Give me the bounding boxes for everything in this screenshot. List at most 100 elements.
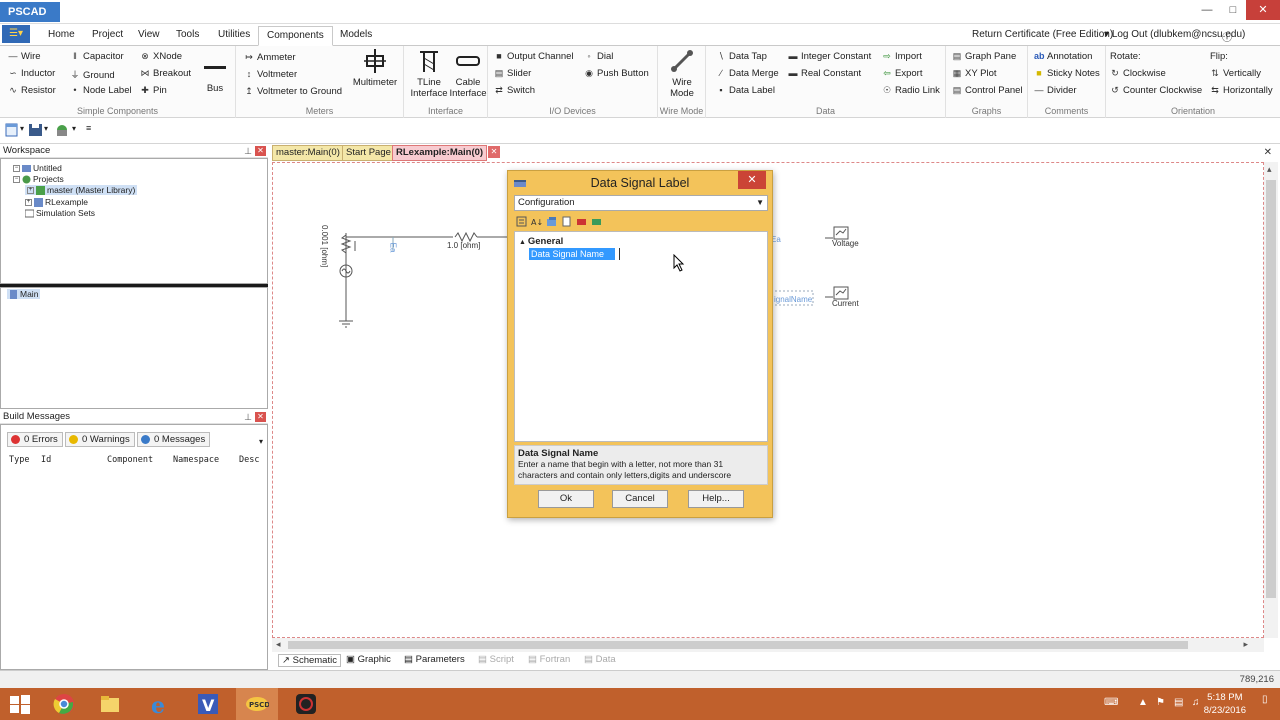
integer-constant-button[interactable]: ▬ Integer Constant xyxy=(788,51,872,62)
wire-mode-button[interactable]: Wire Mode xyxy=(660,48,704,99)
pscad-icon[interactable]: PSCD xyxy=(245,692,269,716)
ground-button[interactable]: ⏚ Ground xyxy=(70,68,114,81)
tray-expand-icon[interactable]: ▲ xyxy=(1138,697,1148,708)
doc-tab-start-page[interactable]: Start Page xyxy=(342,145,395,161)
tree-item-projects[interactable]: − Projects xyxy=(13,174,64,184)
chrome-icon[interactable] xyxy=(52,692,76,716)
view-tab-schematic[interactable]: ↗ Schematic xyxy=(278,654,341,667)
sort-alpha-icon[interactable]: A↓ xyxy=(531,216,542,227)
close-document-icon[interactable]: ✕ xyxy=(1264,147,1272,158)
scroll-up-icon[interactable]: ▴ xyxy=(1267,164,1272,175)
collapse-category-icon[interactable]: ▲ xyxy=(519,239,528,246)
new-page-icon[interactable] xyxy=(561,216,572,227)
tree-item-main[interactable]: Main xyxy=(7,289,41,300)
help-icon[interactable]: ⓘ xyxy=(1222,29,1232,44)
real-constant-button[interactable]: ▬ Real Constant xyxy=(788,68,862,79)
tree-item-untitled[interactable]: − Untitled xyxy=(13,163,62,173)
warnings-filter-button[interactable]: 0 Warnings xyxy=(65,432,135,447)
notification-icon[interactable]: ▯ xyxy=(1262,694,1268,705)
output-channel-button[interactable]: ■ Output Channel xyxy=(494,51,573,62)
vertical-scrollbar[interactable]: ▴ xyxy=(1264,162,1278,638)
tree-item-simulation-sets[interactable]: Simulation Sets xyxy=(25,208,95,218)
flip-horizontally-button[interactable]: ⇆ Horizontally xyxy=(1210,85,1272,96)
volume-icon[interactable]: ♫ xyxy=(1192,697,1200,708)
resistor-button[interactable]: ∿ Resistor xyxy=(8,85,56,96)
annotation-button[interactable]: ab Annotation xyxy=(1034,51,1092,62)
delete-icon[interactable] xyxy=(576,216,587,227)
apply-icon[interactable] xyxy=(591,216,602,227)
property-data-signal-name-label[interactable]: Data Signal Name xyxy=(529,248,615,260)
wire-button[interactable]: — Wire xyxy=(8,51,41,62)
cable-interface-button[interactable]: Cable Interface xyxy=(448,48,488,99)
minimize-icon[interactable]: — xyxy=(1194,0,1220,20)
view-tab-script[interactable]: ▤ Script xyxy=(478,654,514,665)
windows-start-icon[interactable] xyxy=(8,692,32,716)
flip-vertically-button[interactable]: ⇅ Vertically xyxy=(1210,68,1261,79)
return-certificate-link[interactable]: Return Certificate (Free Edition) xyxy=(972,29,1113,40)
categorized-icon[interactable] xyxy=(516,216,527,227)
capacitor-button[interactable]: ‖ Capacitor xyxy=(70,51,124,62)
keyboard-icon[interactable]: ⌨ xyxy=(1104,697,1118,708)
inductor-button[interactable]: ∽ Inductor xyxy=(8,68,55,79)
errors-filter-button[interactable]: 0 Errors xyxy=(7,432,63,447)
ammeter-button[interactable]: ↦ Ammeter xyxy=(244,52,295,63)
slider-button[interactable]: ▤ Slider xyxy=(494,68,532,79)
network-icon[interactable]: ▤ xyxy=(1174,697,1183,708)
voltmeter-button[interactable]: ↕ Voltmeter xyxy=(244,69,297,80)
breakout-button[interactable]: ⋈ Breakout xyxy=(140,68,192,79)
tab-models[interactable]: Models xyxy=(332,26,380,46)
category-general[interactable]: ▲ General xyxy=(519,236,563,247)
data-signal-name-input[interactable] xyxy=(619,248,759,260)
view-tab-data[interactable]: ▤ Data xyxy=(584,654,616,665)
view-tab-graphic[interactable]: ▣ Graphic xyxy=(346,654,391,665)
collapse-icon[interactable]: − xyxy=(13,176,20,184)
scroll-left-icon[interactable]: ◂ xyxy=(276,639,281,650)
flag-icon[interactable]: ⚑ xyxy=(1156,697,1165,708)
scroll-right-icon[interactable]: ▸ xyxy=(1243,639,1248,650)
node-label-button[interactable]: • Node Label xyxy=(70,85,131,96)
xy-plot-button[interactable]: ▦ XY Plot xyxy=(952,68,997,79)
build-icon[interactable] xyxy=(54,123,70,137)
view-tab-fortran[interactable]: ▤ Fortran xyxy=(528,654,570,665)
configuration-select[interactable]: Configuration ▼ xyxy=(514,195,768,211)
help-button[interactable]: Help... xyxy=(688,490,744,508)
tab-tools[interactable]: Tools xyxy=(168,26,207,46)
horizontal-scrollbar[interactable]: ◂ ▸ xyxy=(272,638,1264,652)
voltmeter-to-ground-button[interactable]: ↥ Voltmeter to Ground xyxy=(244,86,342,97)
pin-icon[interactable]: ⊥ xyxy=(244,410,252,424)
data-label-button[interactable]: ▪ Data Label xyxy=(716,85,775,96)
build-dropdown-icon[interactable]: ▾ xyxy=(72,124,76,133)
pin-icon[interactable]: ⊥ xyxy=(244,144,252,158)
customize-toolbar-icon[interactable]: ≡ xyxy=(86,123,91,133)
doc-tab-master-main[interactable]: master:Main(0) xyxy=(272,145,344,161)
import-button[interactable]: ⇨ Import xyxy=(882,51,922,62)
maximize-icon[interactable]: □ xyxy=(1220,0,1246,20)
column-type[interactable]: Type xyxy=(9,455,29,465)
close-tab-icon[interactable]: ✕ xyxy=(488,146,500,158)
export-button[interactable]: ⇦ Export xyxy=(882,68,922,79)
property-pages-icon[interactable] xyxy=(546,216,557,227)
new-file-dropdown-icon[interactable]: ▾ xyxy=(20,124,24,133)
tab-home[interactable]: Home xyxy=(40,26,83,46)
app-logo[interactable]: PSCAD Free xyxy=(0,2,60,38)
tab-utilities[interactable]: Utilities xyxy=(210,26,258,46)
column-id[interactable]: Id xyxy=(41,455,51,465)
file-explorer-icon[interactable] xyxy=(98,692,122,716)
taskbar-clock[interactable]: 5:18 PM 8/23/2016 xyxy=(1204,691,1246,717)
file-menu-button[interactable]: ☰▾ xyxy=(2,25,30,43)
save-dropdown-icon[interactable]: ▾ xyxy=(44,124,48,133)
view-tab-parameters[interactable]: ▤ Parameters xyxy=(404,654,465,665)
rotate-counter-clockwise-button[interactable]: ↺ Counter Clockwise xyxy=(1110,85,1202,96)
messages-filter-button[interactable]: 0 Messages xyxy=(137,432,211,447)
control-panel-button[interactable]: ▤ Control Panel xyxy=(952,85,1023,96)
save-icon[interactable] xyxy=(28,123,44,137)
tree-item-rlexample[interactable]: + RLexample xyxy=(25,197,88,208)
column-component[interactable]: Component xyxy=(107,455,153,465)
internet-explorer-icon[interactable]: e xyxy=(148,692,172,716)
expand-icon[interactable]: + xyxy=(27,187,34,195)
tab-components[interactable]: Components xyxy=(258,26,333,46)
close-icon[interactable]: ✕ xyxy=(255,412,266,422)
pin-button[interactable]: ✚ Pin xyxy=(140,85,167,96)
rotate-clockwise-button[interactable]: ↻ Clockwise xyxy=(1110,68,1166,79)
tree-item-master-library[interactable]: + master (Master Library) xyxy=(25,185,138,196)
